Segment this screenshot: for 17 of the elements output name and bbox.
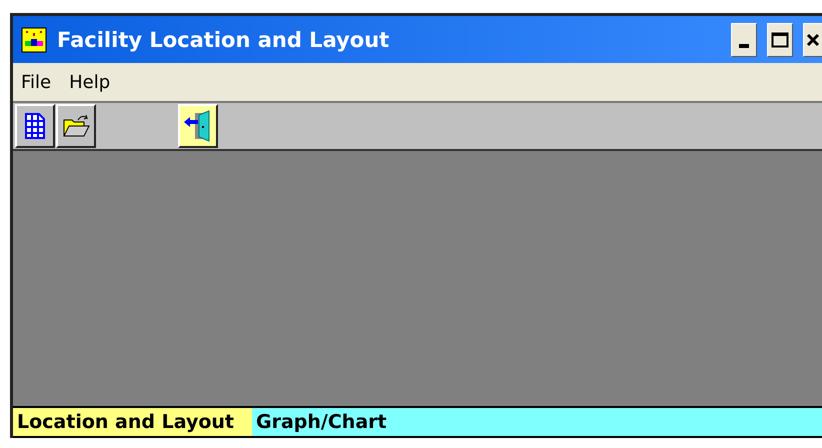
tab[interactable]: Location and Layout — [13, 408, 252, 436]
maximize-button[interactable] — [767, 22, 793, 56]
toolbar-button[interactable] — [15, 104, 55, 148]
maximize-icon — [771, 32, 789, 48]
tab[interactable]: Graph/Chart — [252, 408, 822, 436]
menu-item[interactable]: Help — [69, 72, 110, 92]
menu-item[interactable]: File — [21, 72, 52, 92]
toolbar-button[interactable] — [178, 104, 218, 148]
close-button[interactable] — [803, 22, 822, 56]
app-icon — [21, 26, 47, 52]
window-title: Facility Location and Layout — [57, 28, 390, 52]
minimize-icon — [739, 44, 749, 48]
open-folder-icon — [62, 114, 90, 138]
grid-document-icon — [24, 113, 46, 139]
minimize-button[interactable] — [731, 22, 757, 56]
toolbar-button[interactable] — [56, 104, 96, 148]
close-icon — [806, 32, 820, 46]
